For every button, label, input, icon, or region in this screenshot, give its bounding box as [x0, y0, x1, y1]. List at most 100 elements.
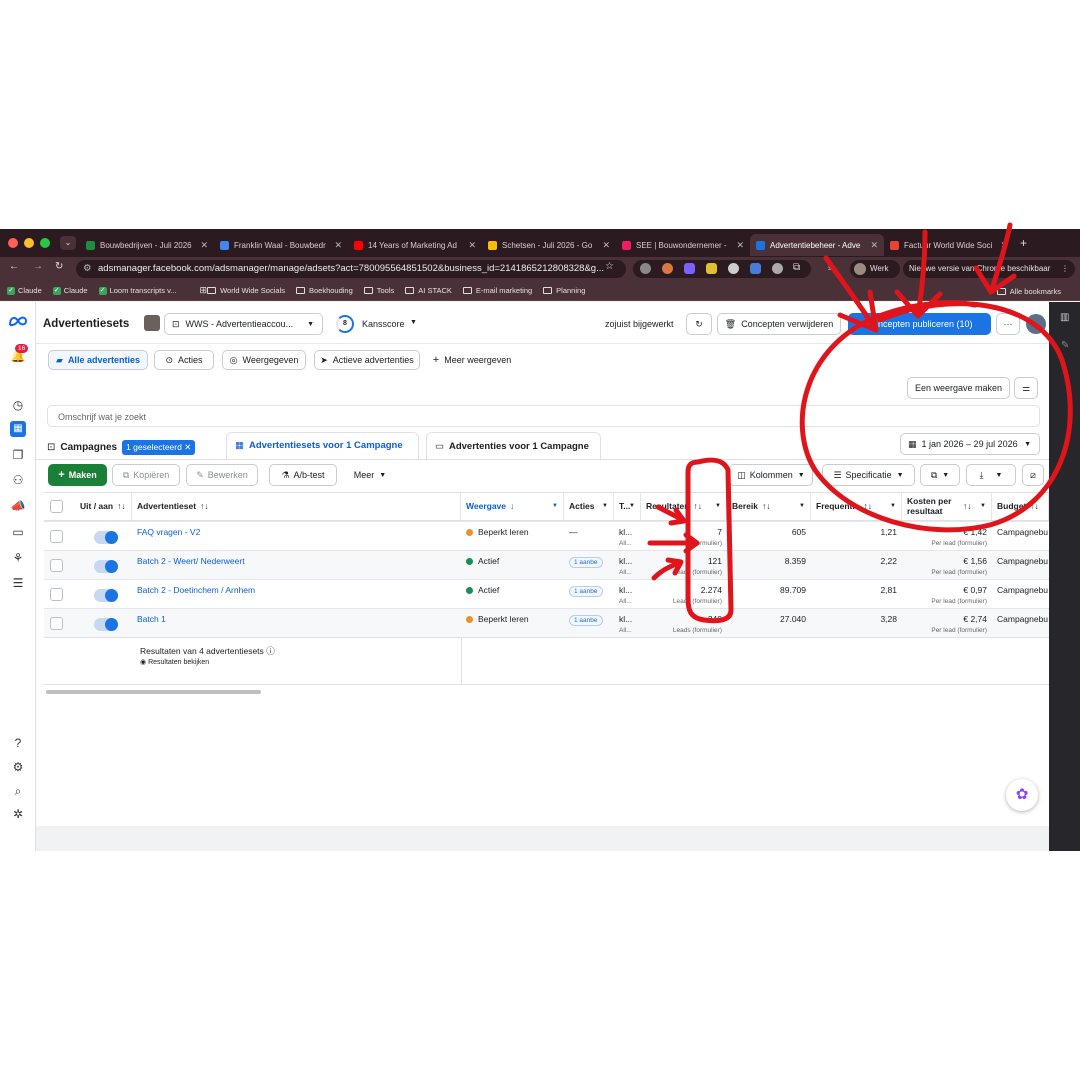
ai-assistant-icon[interactable]: ✿	[1006, 779, 1038, 811]
row-checkbox[interactable]	[50, 530, 63, 543]
chevron-down-icon[interactable]: ▼	[715, 503, 721, 509]
chevron-down-icon[interactable]: ▼	[629, 503, 635, 509]
megaphone-icon[interactable]: 📣	[10, 498, 26, 514]
bug-report-icon[interactable]: ✲	[10, 806, 26, 822]
bookmark-item[interactable]: Tools	[363, 285, 394, 296]
column-header[interactable]: Kosten per resultaat ↑↓ ▼	[902, 492, 992, 520]
column-header[interactable]: Advertentieset ↑↓	[132, 492, 461, 520]
chevron-down-icon[interactable]: ▼	[799, 503, 805, 509]
adset-on-off-toggle[interactable]	[94, 560, 118, 573]
ads-manager-table-icon[interactable]: ▦	[10, 421, 26, 437]
sort-icon[interactable]: ↑↓	[963, 501, 972, 511]
column-header[interactable]: Frequentie ↑↓ ▼	[811, 492, 902, 520]
billing-card-icon[interactable]: ▭	[10, 524, 26, 540]
settings-gear-icon[interactable]: ⚙	[10, 759, 26, 775]
opportunity-score-label[interactable]: Kansscore	[362, 319, 405, 329]
bookmark-item[interactable]: ✓ Claude	[52, 285, 88, 296]
update-chrome-chip[interactable]: Nieuwe versie van Chrome beschikbaar ⋮	[903, 260, 1075, 278]
create-button[interactable]: + Maken	[48, 464, 107, 486]
address-bar[interactable]: ⚙ adsmanager.facebook.com/adsmanager/man…	[76, 260, 626, 278]
bookmark-item[interactable]: E-mail marketing	[462, 285, 532, 296]
meta-logo-icon[interactable]	[8, 315, 28, 327]
view-results-link[interactable]: ◉ Resultaten bekijken	[140, 658, 209, 666]
view-item[interactable]: ◎ Weergegeven	[222, 350, 306, 370]
browser-tab[interactable]: SEE | Bouwondernemer - ✕	[616, 234, 750, 256]
extension-icon[interactable]	[706, 263, 717, 274]
view-item[interactable]: ⊙ Acties	[154, 350, 214, 370]
row-checkbox[interactable]	[50, 559, 63, 572]
extension-icon[interactable]	[662, 263, 673, 274]
tab-close-icon[interactable]: ✕	[870, 240, 878, 251]
chevron-down-icon[interactable]: ▼	[890, 503, 896, 509]
sort-icon[interactable]: ↑↓	[762, 501, 771, 511]
view-settings-button[interactable]: ⚌	[1014, 377, 1038, 399]
adset-name-link[interactable]: Batch 2 - Weert/ Nederweert	[132, 551, 461, 580]
bookmark-item[interactable]: AI STACK	[405, 285, 452, 296]
adset-name-link[interactable]: FAQ vragen - V2	[132, 522, 461, 551]
browser-tab[interactable]: Factuur World Wide Soci ✕	[884, 234, 1014, 256]
bookmark-item[interactable]: World Wide Socials	[207, 285, 285, 296]
breakdown-button[interactable]: ☰ Specificatie ▼	[822, 464, 915, 486]
maximize-window-icon[interactable]	[40, 238, 50, 248]
sort-icon[interactable]: ↑↓	[693, 501, 702, 511]
sort-icon[interactable]: ↑↓	[200, 501, 209, 511]
column-header[interactable]: Weergave ↓ ▼	[461, 492, 564, 520]
tab-close-icon[interactable]: ✕	[200, 240, 208, 251]
tab-close-icon[interactable]: ✕	[736, 240, 744, 251]
chevron-down-icon[interactable]: ▼	[980, 501, 986, 511]
apps-grid-icon[interactable]: ⊞	[200, 285, 208, 296]
tab-ads[interactable]: ▭ Advertenties voor 1 Campagne	[426, 432, 601, 460]
chart-icon[interactable]: ▥	[1060, 312, 1069, 323]
help-icon[interactable]: ?	[10, 735, 26, 751]
tab-close-icon[interactable]: ✕	[602, 240, 610, 251]
business-network-icon[interactable]: ⚘	[10, 550, 26, 566]
table-row[interactable]: Batch 1 Beperkt leren 1 aanbe kl... All... 34…	[44, 608, 1049, 637]
column-header[interactable]: Uit / aan ↑↓	[75, 492, 132, 520]
row-checkbox[interactable]	[50, 617, 63, 630]
bookmark-item[interactable]: Planning	[543, 285, 585, 296]
ad-account-selector[interactable]: ⊡ WWS - Advertentieaccou... ▼	[164, 313, 323, 335]
extension-icon[interactable]	[728, 263, 739, 274]
browser-tab[interactable]: Advertentiebeheer - Adve ✕	[750, 234, 884, 256]
column-header[interactable]: Bereik ↑↓ ▼	[727, 492, 811, 520]
chrome-menu-icon[interactable]: ⋮	[1061, 260, 1069, 278]
profile-chip[interactable]: Werk	[850, 260, 900, 278]
search-input[interactable]: Omschrijf wat je zoekt	[47, 405, 1040, 427]
adset-on-off-toggle[interactable]	[94, 531, 118, 544]
download-icon[interactable]: ⤓	[828, 261, 832, 272]
extension-icon[interactable]	[684, 263, 695, 274]
browser-tab[interactable]: Bouwbedrijven - Juli 2026 ✕	[80, 234, 214, 256]
view-item[interactable]: ▰ Alle advertenties	[48, 350, 148, 370]
sort-icon[interactable]: ↑↓	[1030, 501, 1039, 511]
bookmark-item[interactable]: ✓ Loom transcripts v...	[98, 285, 177, 296]
copy-button[interactable]: ⧉ Kopiëren	[112, 464, 180, 486]
refresh-button[interactable]: ↻	[686, 313, 712, 335]
extension-icon[interactable]	[750, 263, 761, 274]
column-header[interactable]: T... ▼	[614, 492, 641, 520]
forward-icon[interactable]: →	[33, 261, 43, 272]
chevron-down-icon[interactable]: ▼	[552, 503, 558, 509]
tab-close-icon[interactable]: ✕	[1000, 240, 1008, 251]
export-button[interactable]: ⤓ ▼	[966, 464, 1016, 486]
site-info-icon[interactable]: ⚙	[83, 260, 92, 278]
browser-tab[interactable]: Schetsen - Juli 2026 - Go ✕	[482, 234, 616, 256]
tab-campaigns[interactable]: ⊡ Campagnes 1 geselecteerd ✕	[47, 435, 227, 459]
history-clock-icon[interactable]: ◔	[1061, 366, 1067, 377]
table-row[interactable]: FAQ vragen - V2 Beperkt leren — kl... All...…	[44, 521, 1049, 550]
horizontal-scrollbar[interactable]	[46, 690, 261, 694]
bookmark-item[interactable]: ✓ Claude	[7, 285, 42, 296]
make-view-button[interactable]: Een weergave maken	[907, 377, 1010, 399]
browser-tab[interactable]: Franklin Waal - Bouwbedr ✕	[214, 234, 348, 256]
table-row[interactable]: Batch 2 - Weert/ Nederweert Actief 1 aanbe…	[44, 550, 1049, 579]
chevron-down-icon[interactable]: ▼	[602, 503, 608, 509]
tab-close-icon[interactable]: ✕	[468, 240, 476, 251]
chevron-down-icon[interactable]: ▼	[410, 319, 417, 326]
select-all-checkbox[interactable]	[50, 500, 63, 513]
columns-button[interactable]: ◫ Kolommen ▼	[729, 464, 813, 486]
audiences-icon[interactable]: ⚇	[10, 472, 26, 488]
user-avatar[interactable]	[1026, 314, 1046, 334]
sort-icon[interactable]: ↓	[510, 501, 514, 511]
selected-count-chip[interactable]: 1 geselecteerd ✕	[122, 439, 196, 455]
reports-button[interactable]: ⧉ ▼	[920, 464, 960, 486]
extension-icon[interactable]	[772, 263, 783, 274]
